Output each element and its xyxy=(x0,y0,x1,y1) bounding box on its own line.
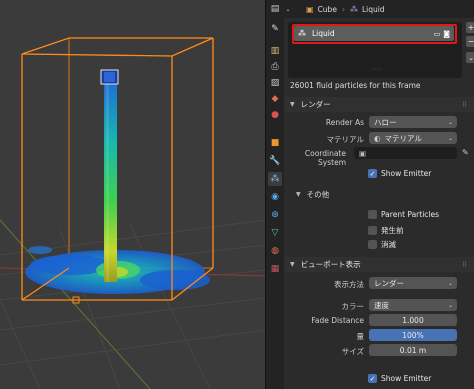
add-particle-system-button[interactable]: + xyxy=(466,22,474,33)
output-tab-icon[interactable]: ⎙ xyxy=(268,60,282,74)
scene-tab-icon[interactable]: ◆ xyxy=(268,92,282,106)
display-as-value: レンダー xyxy=(374,278,404,288)
selection-highlight xyxy=(292,24,457,44)
render-show-emitter-checkbox[interactable]: ✓ xyxy=(368,169,377,178)
properties-header: ▤ ⌄ ▣ Cube › ⁂ Liquid xyxy=(266,0,474,18)
size-label: サイズ xyxy=(341,347,364,356)
constraints-tab-icon[interactable]: ⊛ xyxy=(268,208,282,222)
parent-particles-label: Parent Particles xyxy=(381,210,440,219)
viewport-scene xyxy=(0,37,265,389)
unborn-row[interactable]: 発生前 xyxy=(368,225,404,236)
amount-slider[interactable]: 100% xyxy=(369,329,457,341)
physics-tab-icon[interactable]: ◉ xyxy=(268,190,282,204)
fade-distance-value: 1.000 xyxy=(402,315,424,325)
color-value: 速度 xyxy=(374,300,389,310)
chevron-down-icon: ▼ xyxy=(296,190,301,198)
chevron-down-icon[interactable]: ⌄ xyxy=(284,0,292,18)
display-as-label: 表示方法 xyxy=(334,280,364,289)
breadcrumb-particles: Liquid xyxy=(361,4,385,14)
liquid-stream xyxy=(104,82,117,282)
fade-distance-label: Fade Distance xyxy=(311,316,364,325)
amount-label: 量 xyxy=(356,332,365,341)
color-select[interactable]: 速度 ⌄ xyxy=(369,299,457,311)
3d-viewport[interactable] xyxy=(0,0,265,389)
drag-handle-icon[interactable]: ⠿ xyxy=(462,101,468,109)
render-as-label: Render As xyxy=(325,118,364,127)
render-show-emitter-row[interactable]: ✓ Show Emitter xyxy=(368,169,431,178)
chevron-down-icon: ⌄ xyxy=(447,118,453,126)
material-tab-icon[interactable]: ◍ xyxy=(268,244,282,258)
texture-tab-icon[interactable]: ▦ xyxy=(268,262,282,276)
coordinate-system-label: Coordinate System xyxy=(304,149,346,167)
properties-tabs: ✎ ▥ ⎙ ▨ ◆ ● ■ 🔧 ⁂ ◉ ⊛ ▽ ◍ ▦ xyxy=(266,18,284,389)
object-icon: ▣ xyxy=(306,4,314,14)
liquid-pool xyxy=(25,246,210,294)
material-value: マテリアル xyxy=(384,133,422,143)
chevron-down-icon: ⌄ xyxy=(447,279,453,287)
view-layer-tab-icon[interactable]: ▨ xyxy=(268,76,282,90)
domain-box-back xyxy=(68,38,213,269)
render-as-value: ハロー xyxy=(374,117,397,127)
chevron-down-icon: ⌄ xyxy=(447,301,453,309)
breadcrumb: ▣ Cube › ⁂ Liquid xyxy=(306,5,385,14)
material-label: マテリアル xyxy=(326,135,364,144)
display-as-select[interactable]: レンダー ⌄ xyxy=(369,277,457,289)
fade-distance-field[interactable]: 1.000 xyxy=(369,314,457,326)
render-panel-title: レンダー xyxy=(300,100,331,109)
viewport-show-emitter-row[interactable]: ✓ Show Emitter xyxy=(368,374,431,383)
editor-type-icon[interactable]: ▤ xyxy=(266,0,284,18)
fluid-icon: ⁂ xyxy=(349,4,358,14)
render-tab-icon[interactable]: ▥ xyxy=(268,44,282,58)
parent-particles-row[interactable]: Parent Particles xyxy=(368,210,439,219)
tool-tab-icon[interactable]: ✎ xyxy=(268,22,282,36)
properties-editor: ▤ ⌄ ▣ Cube › ⁂ Liquid ✎ ▥ ⎙ ▨ ◆ ● ■ 🔧 ⁂ … xyxy=(266,0,474,389)
object-picker-icon: ▣ xyxy=(359,148,367,158)
render-panel-header[interactable]: ▼ レンダー ⠿ xyxy=(284,97,474,112)
size-field[interactable]: 0.01 m xyxy=(369,344,457,356)
object-tab-icon[interactable]: ■ xyxy=(268,136,282,150)
extras-subpanel-title: その他 xyxy=(306,189,330,199)
floor-grid xyxy=(0,219,265,389)
color-label: カラー xyxy=(341,302,365,311)
eyedropper-icon[interactable]: ✎ xyxy=(462,148,469,157)
died-row[interactable]: 消滅 xyxy=(368,239,396,250)
render-as-select[interactable]: ハロー ⌄ xyxy=(369,116,457,128)
viewport-display-panel-header[interactable]: ▼ ビューポート表示 ⠿ xyxy=(284,257,474,272)
died-label: 消滅 xyxy=(381,240,396,249)
died-checkbox[interactable] xyxy=(368,240,377,249)
extras-subpanel-header[interactable]: ▼ その他 xyxy=(284,187,474,201)
list-menu-button[interactable]: ⌄ xyxy=(466,52,474,63)
material-sphere-icon: ◐ xyxy=(374,133,381,143)
viewport-show-emitter-checkbox[interactable]: ✓ xyxy=(368,374,377,383)
amount-value: 100% xyxy=(402,330,424,340)
breadcrumb-object: Cube xyxy=(317,4,337,14)
coordinate-system-field[interactable]: ▣ xyxy=(354,147,457,159)
chevron-down-icon: ⌄ xyxy=(447,134,453,142)
unborn-label: 発生前 xyxy=(381,226,404,235)
parent-particles-checkbox[interactable] xyxy=(368,210,377,219)
properties-content: ⁂ Liquid ▭ ◙ ⋯⋯ + − ⌄ 26001 fluid partic… xyxy=(284,18,474,389)
chevron-down-icon: ▼ xyxy=(290,101,295,108)
breadcrumb-separator: › xyxy=(341,4,345,14)
size-value: 0.01 m xyxy=(399,345,427,355)
render-show-emitter-label: Show Emitter xyxy=(381,169,432,178)
list-resize-grip[interactable]: ⋯⋯ xyxy=(370,67,382,73)
data-tab-icon[interactable]: ▽ xyxy=(268,226,282,240)
modifier-tab-icon[interactable]: 🔧 xyxy=(268,154,282,168)
viewport-show-emitter-label: Show Emitter xyxy=(381,374,432,383)
particles-tab-icon[interactable]: ⁂ xyxy=(268,172,282,186)
world-tab-icon[interactable]: ● xyxy=(268,108,282,122)
unborn-checkbox[interactable] xyxy=(368,226,377,235)
chevron-down-icon: ▼ xyxy=(290,261,295,268)
particle-system-list: ⁂ Liquid ▭ ◙ ⋯⋯ xyxy=(288,22,462,78)
material-select[interactable]: ◐ マテリアル ⌄ xyxy=(369,132,457,144)
particle-count-info: 26001 fluid particles for this frame xyxy=(290,81,421,90)
viewport-display-title: ビューポート表示 xyxy=(300,260,361,269)
remove-particle-system-button[interactable]: − xyxy=(466,36,474,47)
drag-handle-icon[interactable]: ⠿ xyxy=(462,261,468,269)
